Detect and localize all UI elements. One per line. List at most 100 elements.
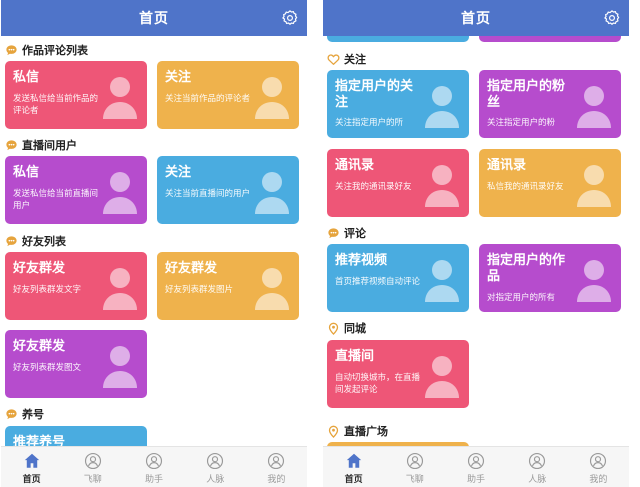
tab-label: 人脉	[528, 475, 547, 485]
card-description: 关注当前直播间的用户	[165, 189, 251, 199]
card-user-works[interactable]: 指定用户的作品 对指定用户的所有	[479, 244, 621, 312]
tab-contacts[interactable]: 人脉	[507, 447, 568, 487]
location-pin-icon	[328, 322, 339, 335]
user-avatar-icon	[425, 165, 459, 207]
card-contacts-message[interactable]: 通讯录 私信我的通讯录好友	[479, 149, 621, 217]
tab-assistant[interactable]: 助手	[123, 447, 184, 487]
card-description: 自动切换城市，在直播间发起评论	[335, 373, 421, 395]
card-scrolled-partial[interactable]	[479, 36, 621, 42]
tab-contacts[interactable]: 人脉	[185, 447, 246, 487]
user-circle-icon	[467, 452, 485, 470]
tab-label: 首页	[344, 475, 363, 485]
card-live-message[interactable]: 私信 发送私信给当前直播间用户	[5, 156, 147, 224]
left-screen: 首页 作品评论列表 私信 发送私信给当前作品的评论者 关注 关注当前作品的评论者…	[1, 0, 307, 487]
card-works-follow[interactable]: 关注 关注当前作品的评论者	[157, 61, 299, 129]
card-description: 发送私信给当前作品的评论者	[13, 94, 99, 116]
card-live-room[interactable]: 直播间 自动切换城市，在直播间发起评论	[327, 340, 469, 408]
card-user-follow-list[interactable]: 指定用户的关注 关注指定用户的所	[327, 70, 469, 138]
card-description: 关注指定用户的粉	[487, 118, 556, 128]
section-label: 评论	[344, 227, 366, 240]
bottom-tab-bar: 首页 飞聊 助手 人脉 我的	[323, 446, 629, 487]
user-avatar-icon	[103, 172, 137, 214]
tab-label: 我的	[267, 475, 286, 485]
home-icon	[24, 453, 39, 468]
tab-label: 人脉	[206, 475, 225, 485]
card-live-follow[interactable]: 关注 关注当前直播间的用户	[157, 156, 299, 224]
card-title: 私信	[13, 70, 40, 85]
chat-bubble-icon	[6, 235, 17, 246]
card-friends-image[interactable]: 好友群发 好友列表群发图片	[157, 252, 299, 320]
user-avatar-icon	[255, 268, 289, 310]
tab-mine[interactable]: 我的	[568, 447, 629, 487]
section-label: 作品评论列表	[22, 44, 88, 57]
card-friends-text[interactable]: 好友群发 好友列表群发文字	[5, 252, 147, 320]
user-circle-icon	[145, 452, 163, 470]
tab-label: 助手	[145, 475, 164, 485]
tab-feiliao[interactable]: 飞聊	[384, 447, 445, 487]
section-label: 养号	[22, 408, 44, 421]
user-circle-icon	[268, 452, 285, 470]
card-title: 指定用户的关注	[335, 79, 414, 110]
user-avatar-icon	[103, 77, 137, 119]
user-avatar-icon	[103, 268, 137, 310]
chat-bubble-icon	[6, 139, 17, 150]
user-circle-icon	[84, 452, 101, 470]
card-description: 关注指定用户的所	[335, 118, 404, 128]
section-same-city: 同城	[327, 319, 366, 337]
card-title: 通讯录	[335, 158, 375, 173]
gear-icon[interactable]	[603, 9, 621, 27]
card-description: 发送私信给当前直播间用户	[13, 189, 99, 211]
card-contacts-follow[interactable]: 通讯录 关注我的通讯录好友	[327, 149, 469, 217]
card-scrolled-partial[interactable]	[327, 36, 469, 42]
section-live-users: 直播间用户	[5, 136, 77, 154]
section-live-plaza: 直播广场	[327, 422, 388, 440]
tab-mine[interactable]: 我的	[246, 447, 307, 487]
chat-bubble-icon	[328, 227, 339, 238]
card-title: 好友群发	[13, 261, 66, 276]
tab-home[interactable]: 首页	[323, 447, 384, 487]
card-description: 私信我的通讯录好友	[487, 182, 564, 192]
card-title: 指定用户的粉丝	[487, 79, 566, 110]
card-user-fans[interactable]: 指定用户的粉丝 关注指定用户的粉	[479, 70, 621, 138]
gear-icon[interactable]	[281, 9, 299, 27]
card-works-message[interactable]: 私信 发送私信给当前作品的评论者	[5, 61, 147, 129]
tab-home[interactable]: 首页	[1, 447, 62, 487]
main-content[interactable]: 关注 指定用户的关注 关注指定用户的所 指定用户的粉丝 关注指定用户的粉 通讯录…	[323, 36, 629, 446]
user-avatar-icon	[577, 86, 611, 128]
tab-feiliao[interactable]: 飞聊	[62, 447, 123, 487]
user-avatar-icon	[425, 260, 459, 302]
card-title: 直播间	[335, 349, 375, 364]
user-circle-icon	[529, 452, 546, 470]
user-avatar-icon	[425, 86, 459, 128]
section-works-comments: 作品评论列表	[5, 41, 88, 59]
section-comment: 评论	[327, 224, 366, 242]
card-raise-recommend[interactable]: 推荐养号	[5, 426, 147, 446]
user-avatar-icon	[103, 346, 137, 388]
user-avatar-icon	[255, 172, 289, 214]
tab-label: 助手	[467, 475, 486, 485]
main-content[interactable]: 作品评论列表 私信 发送私信给当前作品的评论者 关注 关注当前作品的评论者 直播…	[1, 36, 307, 446]
card-friends-video[interactable]: 好友群发 好友列表群发图文	[5, 330, 147, 398]
card-recommend-video[interactable]: 推荐视频 首页推荐视频自动评论	[327, 244, 469, 312]
section-label: 直播间用户	[22, 139, 77, 152]
card-title: 关注	[165, 70, 192, 85]
user-avatar-icon	[255, 77, 289, 119]
card-description: 关注我的通讯录好友	[335, 182, 412, 192]
user-avatar-icon	[577, 165, 611, 207]
tab-assistant[interactable]: 助手	[445, 447, 506, 487]
card-description: 好友列表群发图文	[13, 363, 82, 373]
heart-icon	[327, 53, 340, 65]
card-title: 通讯录	[487, 158, 527, 173]
user-avatar-icon	[425, 356, 459, 398]
section-label: 好友列表	[22, 235, 66, 248]
card-title: 推荐养号	[13, 435, 66, 446]
card-title: 私信	[13, 165, 40, 180]
tab-label: 首页	[22, 475, 41, 485]
section-label: 直播广场	[344, 425, 388, 438]
user-circle-icon	[406, 452, 423, 470]
top-header: 首页	[1, 0, 307, 36]
card-title: 推荐视频	[335, 253, 388, 268]
right-screen: 首页 关注 指定用户的关注 关注指定用户的所 指定用户的粉丝 关注指定用户的粉 …	[323, 0, 629, 487]
card-title: 好友群发	[165, 261, 218, 276]
page-title: 首页	[139, 11, 169, 27]
